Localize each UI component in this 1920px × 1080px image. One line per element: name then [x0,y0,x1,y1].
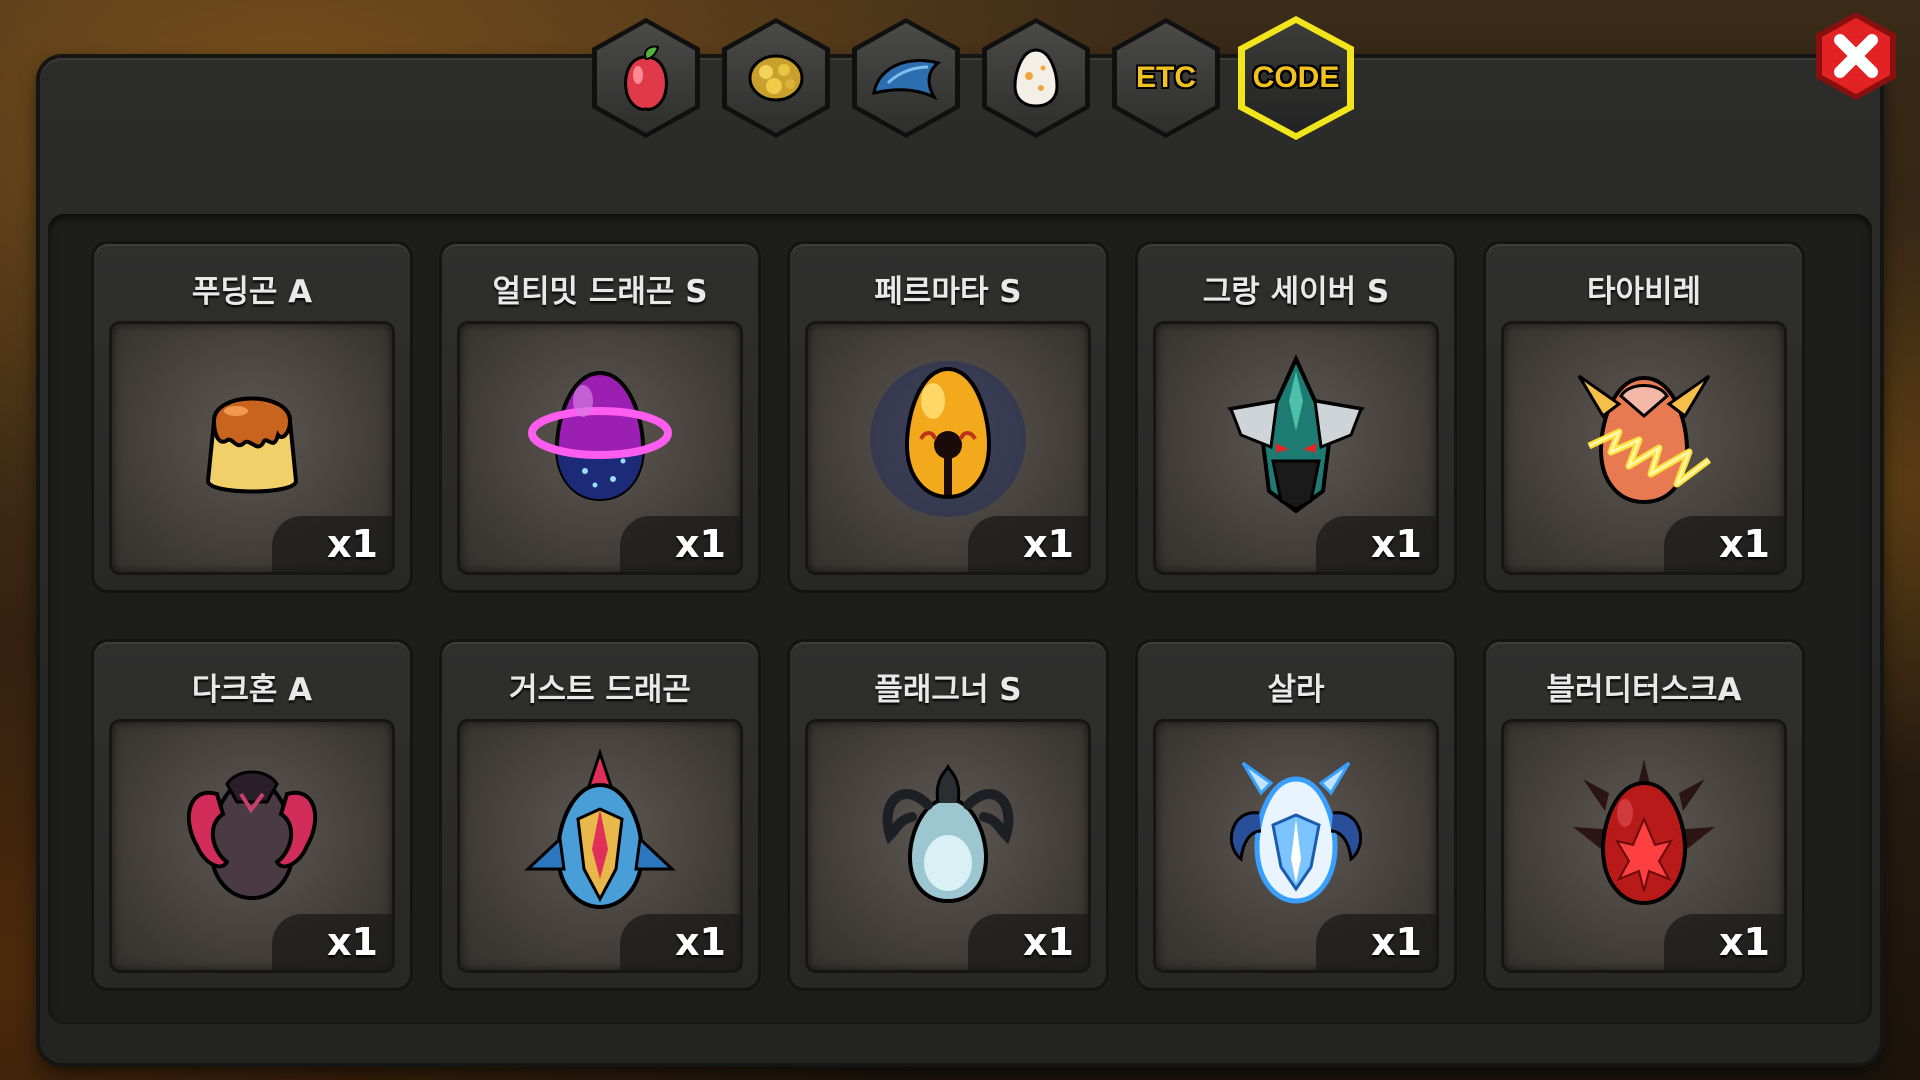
item-name: 페르마타 S [874,274,1022,310]
item-card-grand-saber[interactable]: 그랑 세이버 S x1 [1138,244,1454,590]
item-slot: x1 [1504,722,1784,970]
item-card-pudding[interactable]: 푸딩곤 A x1 [94,244,410,590]
item-quantity: x1 [675,522,726,566]
item-slot: x1 [460,324,740,572]
tab-etc[interactable]: ETC [1112,18,1220,138]
tab-feather[interactable] [852,18,960,138]
item-slot: x1 [808,722,1088,970]
item-name: 거스트 드래곤 [509,672,691,708]
armored-green-egg-icon [1226,353,1366,514]
lightning-egg-icon [1577,374,1712,504]
tab-etc-label: ETC [1136,61,1196,94]
item-quantity: x1 [327,920,378,964]
item-name: 블러디터스크A [1546,672,1742,708]
item-quantity: x1 [1719,522,1770,566]
item-card-sala[interactable]: 살라 x1 [1138,642,1454,988]
item-slot: x1 [112,722,392,970]
blue-scale-icon [872,59,942,101]
tab-ore[interactable] [722,18,830,138]
item-card-flagner[interactable]: 플래그너 S x1 [790,642,1106,988]
tab-fruit[interactable] [592,18,700,138]
item-name: 그랑 세이버 S [1202,274,1390,310]
item-card-taabire[interactable]: 타아비레 x1 [1486,244,1802,590]
blood-spiked-egg-icon [1573,758,1715,905]
item-quantity: x1 [1719,920,1770,964]
item-card-fermata[interactable]: 페르마타 S x1 [790,244,1106,590]
golden-bell-egg-icon [870,360,1026,517]
item-name: 얼티밋 드래곤 S [492,274,708,310]
crested-blue-egg-icon [524,748,676,909]
item-card-ultimate-dragon[interactable]: 얼티밋 드래곤 S x1 [442,244,758,590]
item-name: 살라 [1267,672,1325,708]
item-name: 타아비레 [1586,274,1702,310]
pudding-egg-icon [205,396,299,494]
item-card-bloodytusk[interactable]: 블러디터스크A x1 [1486,642,1802,988]
item-quantity: x1 [1023,522,1074,566]
ice-horned-egg-icon [1229,761,1363,904]
item-card-gust-dragon[interactable]: 거스트 드래곤 x1 [442,642,758,988]
horned-silver-egg-icon [882,763,1014,903]
item-slot: x1 [808,324,1088,572]
close-button[interactable] [1812,10,1900,102]
item-slot: x1 [1156,722,1436,970]
egg-icon [1013,48,1059,108]
tab-egg[interactable] [982,18,1090,138]
dark-horned-egg-icon [186,770,318,900]
item-card-darkhorn[interactable]: 다크혼 A x1 [94,642,410,988]
item-quantity: x1 [1371,920,1422,964]
item-quantity: x1 [1023,920,1074,964]
item-name: 푸딩곤 A [191,274,313,310]
item-name: 다크혼 A [191,672,313,708]
purple-planet-egg-icon [528,370,672,501]
item-slot: x1 [1156,324,1436,572]
gold-ore-icon [748,54,804,102]
tab-code[interactable]: CODE [1238,16,1354,140]
item-name: 플래그너 S [874,672,1022,708]
item-slot: x1 [112,324,392,572]
item-slot: x1 [1504,324,1784,572]
close-icon [1816,12,1896,100]
tab-code-label: CODE [1252,61,1340,94]
item-slot: x1 [460,722,740,970]
red-fruit-icon [624,45,668,111]
item-quantity: x1 [327,522,378,566]
item-quantity: x1 [1371,522,1422,566]
item-quantity: x1 [675,920,726,964]
